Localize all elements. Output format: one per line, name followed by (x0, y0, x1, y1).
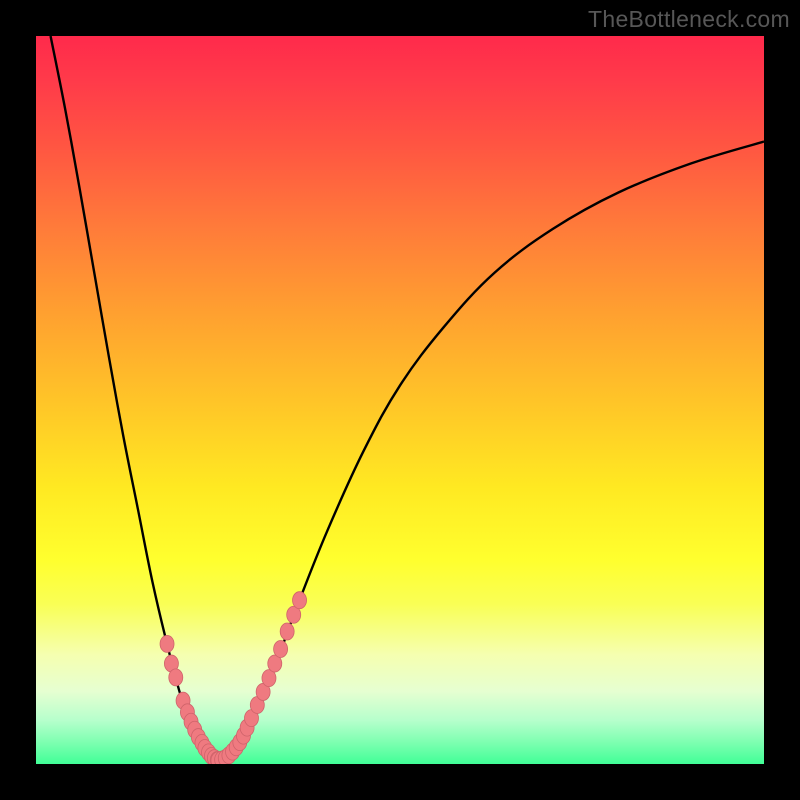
bead-layer (160, 592, 307, 764)
bead-marker (169, 669, 183, 686)
bead-marker (293, 592, 307, 609)
bead-marker (280, 623, 294, 640)
plot-area (36, 36, 764, 764)
right-branch-curve (218, 142, 764, 761)
curve-layer (36, 36, 764, 764)
left-branch-curve (51, 36, 218, 760)
chart-frame: TheBottleneck.com (0, 0, 800, 800)
bead-marker (274, 640, 288, 657)
bead-marker (160, 635, 174, 652)
watermark-text: TheBottleneck.com (588, 6, 790, 33)
